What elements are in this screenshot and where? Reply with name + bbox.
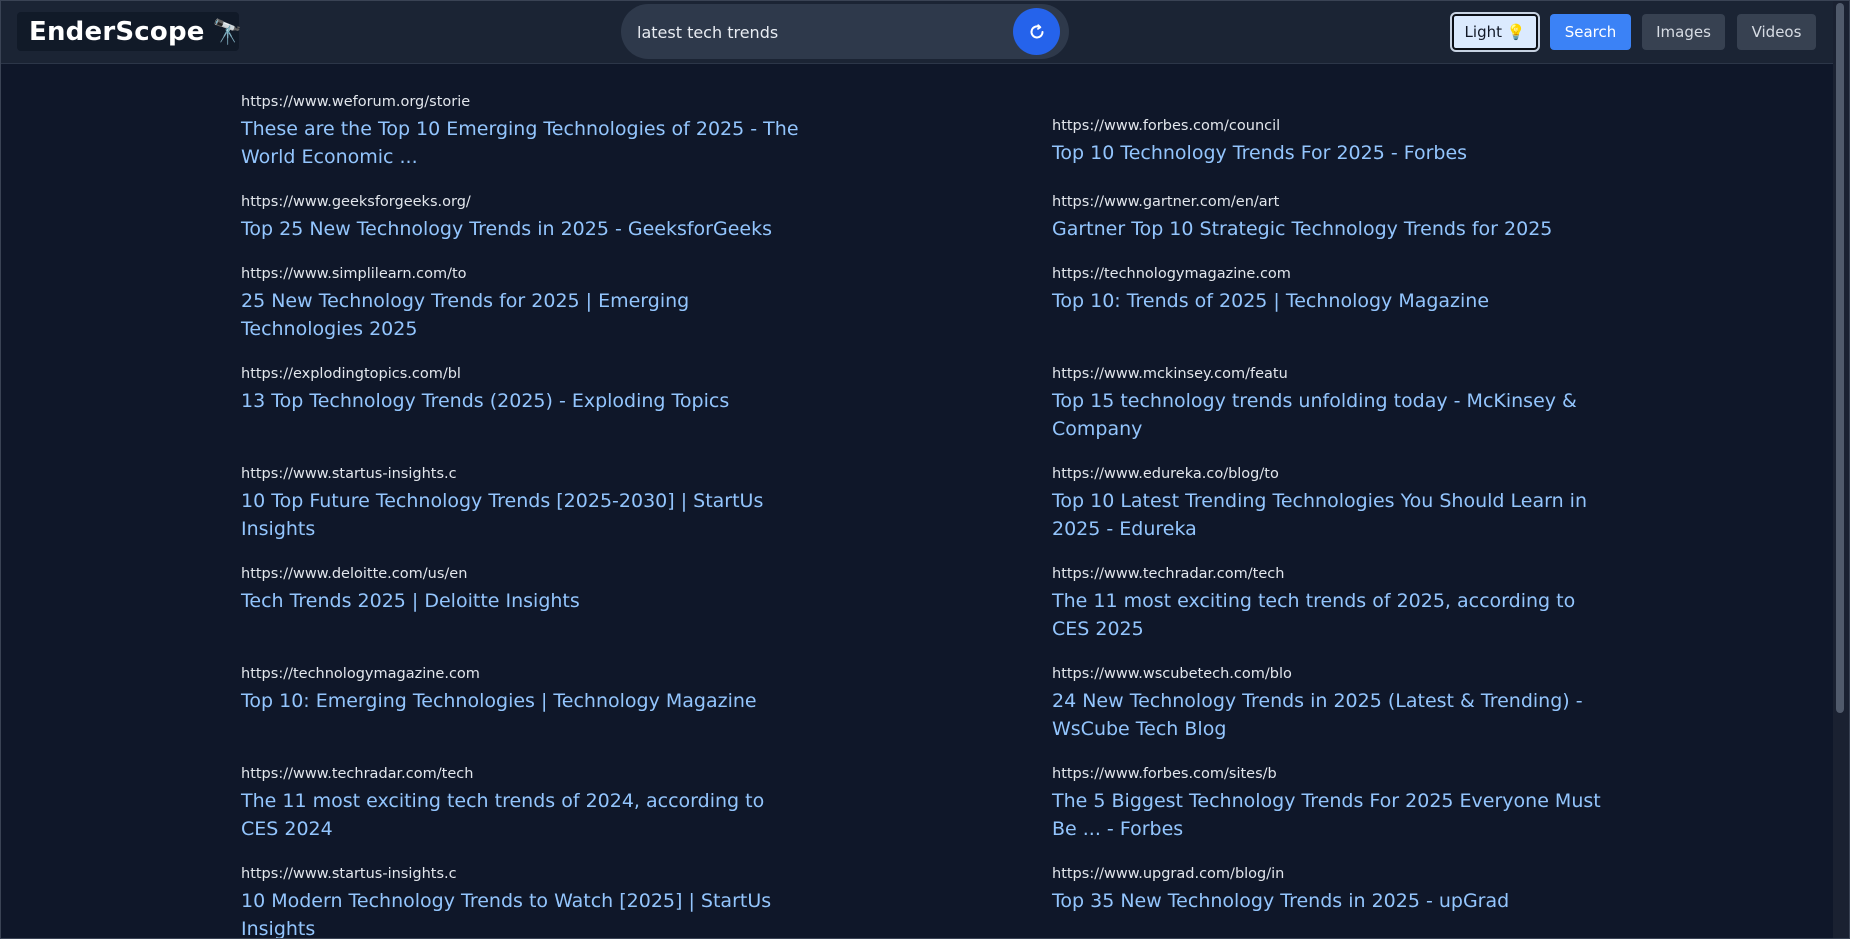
theme-toggle-button[interactable]: Light 💡 [1452,14,1538,50]
result-title-link[interactable]: Top 10 Latest Trending Technologies You … [1052,487,1612,543]
result-title-link[interactable]: The 11 most exciting tech trends of 2025… [1052,587,1612,643]
result-url: https://explodingtopics.com/bl [241,366,461,382]
result-title-link[interactable]: 24 New Technology Trends in 2025 (Latest… [1052,687,1612,743]
result-title-link[interactable]: Top 15 technology trends unfolding today… [1052,387,1612,443]
scrollbar-thumb[interactable] [1836,3,1844,713]
result-title-link[interactable]: 25 New Technology Trends for 2025 | Emer… [241,287,801,343]
result-url: https://www.edureka.co/blog/to [1052,466,1279,482]
result-url: https://technologymagazine.com [1052,266,1291,282]
result-url: https://www.wscubetech.com/blo [1052,666,1292,682]
result-item: https://www.mckinsey.com/featu Top 15 te… [1052,365,1612,443]
browser-frame: EnderScope 🔭 Light 💡 Search Images Video… [0,0,1850,939]
result-item: https://www.simplilearn.com/to 25 New Te… [241,265,801,343]
result-item: https://www.edureka.co/blog/to Top 10 La… [1052,465,1612,543]
top-bar: EnderScope 🔭 Light 💡 Search Images Video… [1,1,1833,64]
result-title-link[interactable]: Top 10: Trends of 2025 | Technology Maga… [1052,287,1612,315]
search-button[interactable]: Search [1550,14,1631,50]
result-url: https://www.gartner.com/en/art [1052,194,1280,210]
result-title-link[interactable]: Top 35 New Technology Trends in 2025 - u… [1052,887,1612,915]
result-item: https://www.startus-insights.c 10 Top Fu… [241,465,801,543]
result-title-link[interactable]: Top 10 Technology Trends For 2025 - Forb… [1052,139,1612,167]
result-title-link[interactable]: Tech Trends 2025 | Deloitte Insights [241,587,801,615]
result-url: https://www.weforum.org/storie [241,94,471,110]
vertical-scrollbar[interactable] [1833,1,1849,938]
logo-text: EnderScope [29,16,205,47]
videos-button[interactable]: Videos [1737,14,1816,50]
result-url: https://www.startus-insights.c [241,866,457,882]
result-item: https://technologymagazine.com Top 10: T… [1052,265,1612,315]
result-item: https://www.forbes.com/sites/b The 5 Big… [1052,765,1612,843]
result-url: https://www.techradar.com/tech [1052,566,1285,582]
result-item: https://www.wscubetech.com/blo 24 New Te… [1052,665,1612,743]
images-button[interactable]: Images [1642,14,1725,50]
result-item: https://www.techradar.com/tech The 11 mo… [1052,565,1612,643]
result-url: https://www.startus-insights.c [241,466,457,482]
result-item: https://www.gartner.com/en/art Gartner T… [1052,193,1612,243]
telescope-icon: 🔭 [212,17,243,46]
result-url: https://www.geeksforgeeks.org/ [241,194,471,210]
search-submit-button[interactable] [1013,8,1060,55]
result-item: https://explodingtopics.com/bl 13 Top Te… [241,365,801,415]
result-url: https://www.mckinsey.com/featu [1052,366,1288,382]
result-title-link[interactable]: 10 Modern Technology Trends to Watch [20… [241,887,801,938]
result-title-link[interactable]: Gartner Top 10 Strategic Technology Tren… [1052,215,1612,243]
result-title-link[interactable]: Top 25 New Technology Trends in 2025 - G… [241,215,801,243]
result-url: https://www.techradar.com/tech [241,766,474,782]
logo[interactable]: EnderScope 🔭 [17,12,242,51]
result-title-link[interactable]: The 5 Biggest Technology Trends For 2025… [1052,787,1612,843]
result-item: https://www.upgrad.com/blog/in Top 35 Ne… [1052,865,1612,915]
result-url: https://www.simplilearn.com/to [241,266,467,282]
search-bar [621,4,1069,59]
result-url: https://www.forbes.com/council [1052,118,1281,134]
result-url: https://www.deloitte.com/us/en [241,566,468,582]
result-item: https://www.startus-insights.c 10 Modern… [241,865,801,938]
result-title-link[interactable]: These are the Top 10 Emerging Technologi… [241,115,801,171]
result-item: https://www.forbes.com/council Top 10 Te… [1052,117,1612,167]
result-item: https://www.techradar.com/tech The 11 mo… [241,765,801,843]
result-title-link[interactable]: 13 Top Technology Trends (2025) - Explod… [241,387,801,415]
result-title-link[interactable]: Top 10: Emerging Technologies | Technolo… [241,687,801,715]
result-url: https://technologymagazine.com [241,666,480,682]
result-item: https://www.deloitte.com/us/en Tech Tren… [241,565,801,615]
result-title-link[interactable]: The 11 most exciting tech trends of 2024… [241,787,801,843]
result-item: https://technologymagazine.com Top 10: E… [241,665,801,715]
search-input[interactable] [637,19,997,45]
result-item: https://www.geeksforgeeks.org/ Top 25 Ne… [241,193,801,243]
result-item: https://www.weforum.org/storie These are… [241,93,801,171]
result-title-link[interactable]: 10 Top Future Technology Trends [2025-20… [241,487,801,543]
refresh-icon [1030,23,1043,38]
result-url: https://www.forbes.com/sites/b [1052,766,1277,782]
result-url: https://www.upgrad.com/blog/in [1052,866,1285,882]
